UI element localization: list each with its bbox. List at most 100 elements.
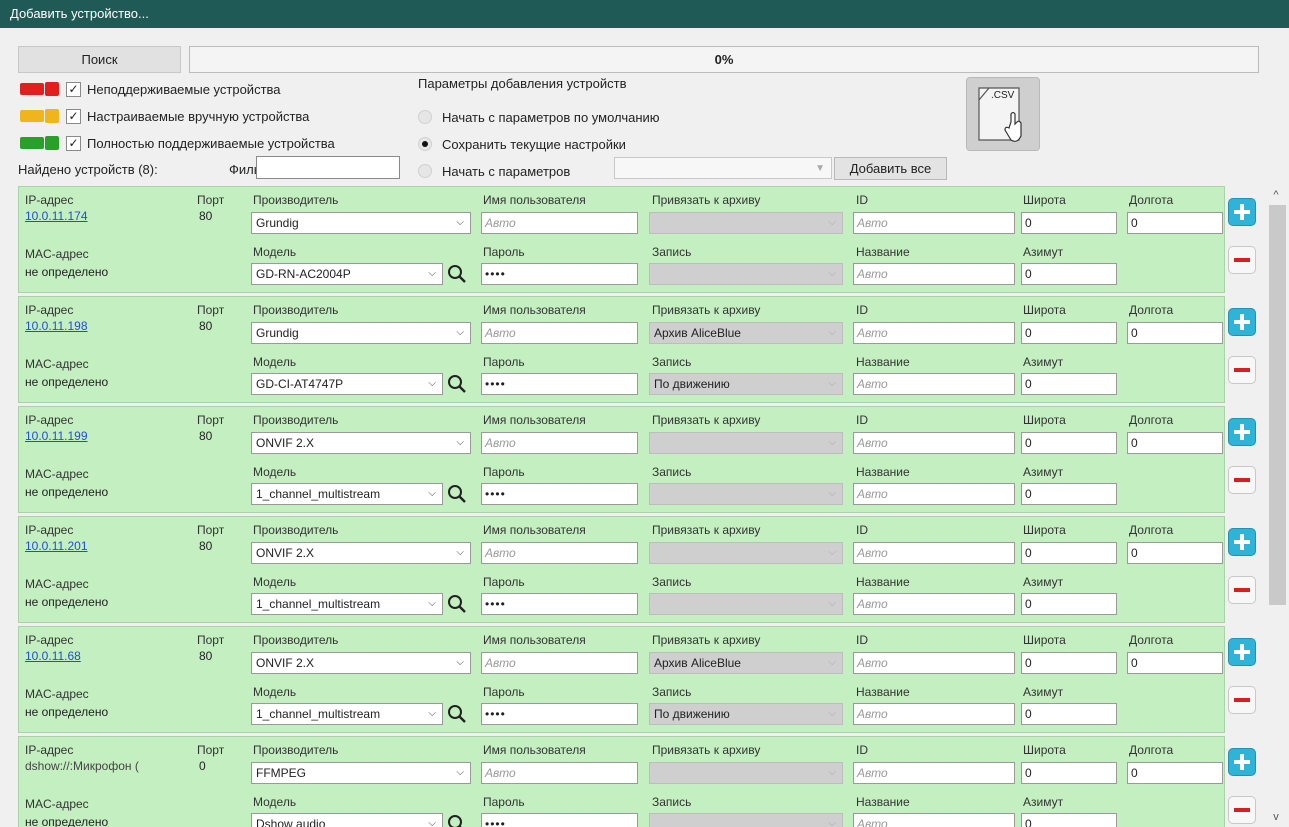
id-input[interactable]: Авто bbox=[853, 542, 1015, 564]
scroll-up-arrow-icon[interactable]: ^ bbox=[1269, 188, 1283, 202]
remove-device-button[interactable] bbox=[1228, 466, 1256, 494]
add-device-button[interactable] bbox=[1228, 198, 1256, 226]
azimuth-input[interactable]: 0 bbox=[1021, 813, 1117, 827]
azimuth-input[interactable]: 0 bbox=[1021, 483, 1117, 505]
search-icon[interactable] bbox=[446, 263, 468, 285]
id-input[interactable]: Авто bbox=[853, 432, 1015, 454]
ip-address-link[interactable]: 10.0.11.198 bbox=[25, 319, 88, 333]
id-input[interactable]: Авто bbox=[853, 762, 1015, 784]
manufacturer-select[interactable]: ONVIF 2.X ⌵ bbox=[251, 432, 471, 454]
search-icon[interactable] bbox=[446, 703, 468, 725]
manufacturer-select[interactable]: Grundig ⌵ bbox=[251, 322, 471, 344]
name-input[interactable]: Авто bbox=[853, 593, 1015, 615]
ip-address-link[interactable]: 10.0.11.201 bbox=[25, 539, 88, 553]
longitude-input[interactable]: 0 bbox=[1127, 542, 1223, 564]
add-device-button[interactable] bbox=[1228, 308, 1256, 336]
longitude-input[interactable]: 0 bbox=[1127, 652, 1223, 674]
latitude-input[interactable]: 0 bbox=[1021, 212, 1117, 234]
password-input[interactable]: •••• bbox=[481, 703, 638, 725]
azimuth-input[interactable]: 0 bbox=[1021, 703, 1117, 725]
search-icon[interactable] bbox=[446, 373, 468, 395]
record-select[interactable]: ⌵ bbox=[649, 483, 843, 505]
longitude-input[interactable]: 0 bbox=[1127, 322, 1223, 344]
ip-address-link[interactable]: 10.0.11.199 bbox=[25, 429, 88, 443]
radio-from[interactable]: Начать с параметров bbox=[418, 161, 570, 181]
search-icon[interactable] bbox=[446, 813, 468, 827]
unsupported-checkbox[interactable]: ✓ bbox=[66, 81, 81, 97]
manual-checkbox[interactable]: ✓ bbox=[66, 108, 81, 124]
latitude-input[interactable]: 0 bbox=[1021, 322, 1117, 344]
username-input[interactable]: Авто bbox=[481, 322, 638, 344]
password-input[interactable]: •••• bbox=[481, 813, 638, 827]
params-preset-select[interactable]: ▼ bbox=[614, 157, 832, 179]
csv-import-button[interactable]: .CSV bbox=[966, 77, 1040, 151]
archive-select[interactable]: ⌵ bbox=[649, 762, 843, 784]
radio-keep[interactable]: Сохранить текущие настройки bbox=[418, 134, 626, 154]
add-all-button[interactable]: Добавить все bbox=[834, 157, 947, 180]
model-select[interactable]: GD-CI-AT4747P ⌵ bbox=[251, 373, 443, 395]
azimuth-input[interactable]: 0 bbox=[1021, 263, 1117, 285]
model-select[interactable]: Dshow audio ⌵ bbox=[251, 813, 443, 827]
password-input[interactable]: •••• bbox=[481, 483, 638, 505]
name-input[interactable]: Авто bbox=[853, 813, 1015, 827]
username-input[interactable]: Авто bbox=[481, 652, 638, 674]
remove-device-button[interactable] bbox=[1228, 686, 1256, 714]
remove-device-button[interactable] bbox=[1228, 796, 1256, 824]
ip-address-link[interactable]: 10.0.11.68 bbox=[25, 649, 81, 663]
remove-device-button[interactable] bbox=[1228, 576, 1256, 604]
name-input[interactable]: Авто bbox=[853, 373, 1015, 395]
record-select[interactable]: ⌵ bbox=[649, 813, 843, 827]
add-device-button[interactable] bbox=[1228, 748, 1256, 776]
username-input[interactable]: Авто bbox=[481, 212, 638, 234]
record-select[interactable]: ⌵ bbox=[649, 593, 843, 615]
username-input[interactable]: Авто bbox=[481, 542, 638, 564]
archive-select[interactable]: ⌵ bbox=[649, 432, 843, 454]
manufacturer-select[interactable]: ONVIF 2.X ⌵ bbox=[251, 652, 471, 674]
radio-from-circle[interactable] bbox=[418, 164, 432, 178]
search-icon[interactable] bbox=[446, 483, 468, 505]
archive-select[interactable]: Архив AliceBlue ⌵ bbox=[649, 652, 843, 674]
latitude-input[interactable]: 0 bbox=[1021, 762, 1117, 784]
longitude-input[interactable]: 0 bbox=[1127, 212, 1223, 234]
full-checkbox[interactable]: ✓ bbox=[66, 135, 81, 151]
model-select[interactable]: 1_channel_multistream ⌵ bbox=[251, 483, 443, 505]
id-input[interactable]: Авто bbox=[853, 652, 1015, 674]
id-input[interactable]: Авто bbox=[853, 212, 1015, 234]
username-input[interactable]: Авто bbox=[481, 762, 638, 784]
password-input[interactable]: •••• bbox=[481, 373, 638, 395]
search-icon[interactable] bbox=[446, 593, 468, 615]
model-select[interactable]: GD-RN-AC2004P ⌵ bbox=[251, 263, 443, 285]
azimuth-input[interactable]: 0 bbox=[1021, 593, 1117, 615]
record-select[interactable]: По движению ⌵ bbox=[649, 703, 843, 725]
scroll-down-arrow-icon[interactable]: v bbox=[1269, 810, 1283, 824]
radio-default[interactable]: Начать с параметров по умолчанию bbox=[418, 107, 660, 127]
latitude-input[interactable]: 0 bbox=[1021, 432, 1117, 454]
azimuth-input[interactable]: 0 bbox=[1021, 373, 1117, 395]
name-input[interactable]: Авто bbox=[853, 263, 1015, 285]
longitude-input[interactable]: 0 bbox=[1127, 432, 1223, 454]
archive-select[interactable]: ⌵ bbox=[649, 542, 843, 564]
model-select[interactable]: 1_channel_multistream ⌵ bbox=[251, 703, 443, 725]
radio-default-circle[interactable] bbox=[418, 110, 432, 124]
id-input[interactable]: Авто bbox=[853, 322, 1015, 344]
password-input[interactable]: •••• bbox=[481, 263, 638, 285]
archive-select[interactable]: ⌵ bbox=[649, 212, 843, 234]
password-input[interactable]: •••• bbox=[481, 593, 638, 615]
ip-address-link[interactable]: 10.0.11.174 bbox=[25, 209, 88, 223]
name-input[interactable]: Авто bbox=[853, 703, 1015, 725]
latitude-input[interactable]: 0 bbox=[1021, 542, 1117, 564]
radio-keep-circle[interactable] bbox=[418, 137, 432, 151]
model-select[interactable]: 1_channel_multistream ⌵ bbox=[251, 593, 443, 615]
add-device-button[interactable] bbox=[1228, 638, 1256, 666]
manufacturer-select[interactable]: FFMPEG ⌵ bbox=[251, 762, 471, 784]
name-input[interactable]: Авто bbox=[853, 483, 1015, 505]
remove-device-button[interactable] bbox=[1228, 246, 1256, 274]
manufacturer-select[interactable]: Grundig ⌵ bbox=[251, 212, 471, 234]
filter-input[interactable] bbox=[256, 156, 400, 179]
remove-device-button[interactable] bbox=[1228, 356, 1256, 384]
search-button[interactable]: Поиск bbox=[18, 46, 181, 73]
scrollbar-thumb[interactable] bbox=[1269, 205, 1286, 605]
add-device-button[interactable] bbox=[1228, 418, 1256, 446]
record-select[interactable]: ⌵ bbox=[649, 263, 843, 285]
longitude-input[interactable]: 0 bbox=[1127, 762, 1223, 784]
